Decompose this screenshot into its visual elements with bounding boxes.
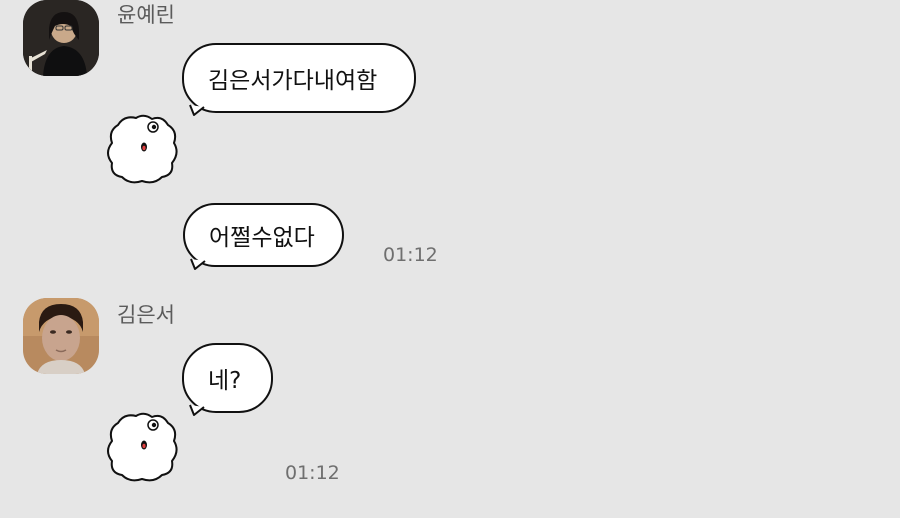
bubble-tail-icon — [189, 404, 205, 416]
sender-name: 김은서 — [117, 303, 175, 327]
message-text: 어쩔수없다 — [209, 225, 315, 251]
bubble-tail-icon — [189, 104, 205, 116]
sender-name: 윤예린 — [117, 3, 175, 27]
message-bubble[interactable]: 네? — [182, 343, 273, 416]
avatar-sender-2[interactable] — [23, 298, 99, 374]
message-text: 네? — [208, 368, 242, 394]
message-bubble[interactable]: 김은서가다내여함 — [182, 43, 416, 116]
profile-photo-icon — [23, 298, 99, 374]
bubble-tail-icon — [190, 258, 206, 270]
white-fluffy-character-sticker-icon[interactable] — [104, 409, 180, 483]
message-bubble[interactable]: 어쩔수없다 — [183, 203, 344, 270]
profile-photo-icon — [23, 0, 99, 76]
avatar-sender-1[interactable] — [23, 0, 99, 76]
message-text: 김은서가다내여함 — [208, 68, 378, 94]
white-fluffy-character-sticker-icon[interactable] — [104, 111, 180, 185]
message-time: 01:12 — [383, 244, 438, 266]
message-time: 01:12 — [285, 462, 340, 484]
